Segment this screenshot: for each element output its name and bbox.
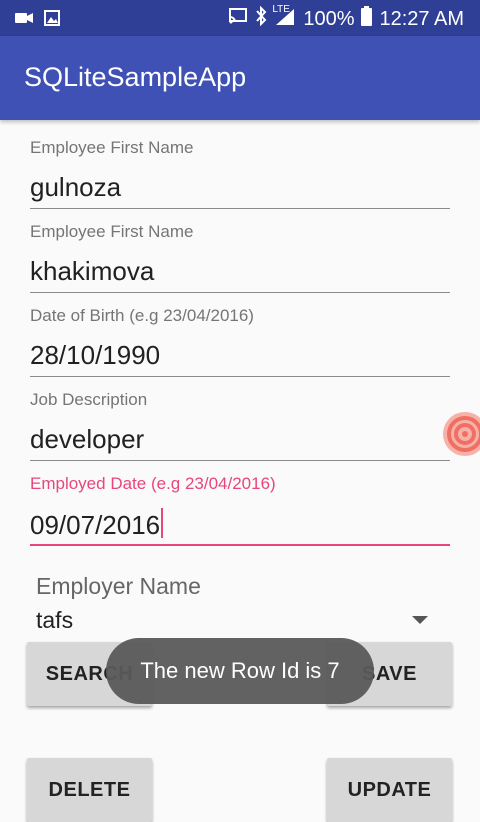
last-name-field[interactable]: Employee First Name khakimova (30, 222, 450, 294)
job-description-field[interactable]: Job Description developer (30, 390, 450, 462)
dropdown-arrow-icon[interactable] (412, 616, 428, 624)
app-title: SQLiteSampleApp (24, 62, 247, 92)
cast-icon (228, 7, 248, 31)
clock: 12:27 AM (379, 7, 464, 30)
employed-date-field[interactable]: Employed Date (e.g 23/04/2016) 09/07/201… (30, 474, 450, 548)
last-name-underline (30, 292, 450, 293)
battery-percent: 100% (303, 7, 355, 30)
first-name-label: Employee First Name (30, 138, 194, 157)
bluetooth-icon (255, 5, 267, 32)
job-description-label: Job Description (30, 390, 148, 409)
first-name-field[interactable]: Employee First Name gulnoza (30, 138, 450, 210)
delete-button[interactable]: DELETE (27, 758, 152, 822)
employer-name-label: Employer Name (36, 573, 201, 599)
toast-message: The new Row Id is 7 (106, 638, 374, 704)
employer-name-spinner[interactable]: tafs (36, 607, 73, 634)
status-bar-notifications (14, 10, 60, 31)
status-bar-system: LTE 100% 12:27 AM (228, 4, 464, 32)
app-bar: SQLiteSampleApp (0, 36, 480, 120)
job-description-input[interactable]: developer (30, 424, 144, 455)
employed-date-input[interactable]: 09/07/2016 (30, 510, 160, 541)
date-of-birth-input[interactable]: 28/10/1990 (30, 340, 160, 371)
job-description-underline (30, 460, 450, 461)
update-button[interactable]: UPDATE (327, 758, 452, 822)
date-of-birth-underline (30, 376, 450, 377)
image-icon (44, 10, 60, 31)
battery-icon (361, 6, 373, 32)
employed-date-underline (30, 544, 450, 546)
first-name-underline (30, 208, 450, 209)
lte-signal-icon: LTE (272, 4, 296, 32)
last-name-label: Employee First Name (30, 222, 194, 241)
network-type: LTE (272, 4, 290, 15)
date-of-birth-label: Date of Birth (e.g 23/04/2016) (30, 306, 254, 325)
video-camera-icon (14, 10, 34, 31)
employed-date-label: Employed Date (e.g 23/04/2016) (30, 474, 276, 493)
first-name-input[interactable]: gulnoza (30, 172, 121, 203)
last-name-input[interactable]: khakimova (30, 256, 154, 287)
status-bar: LTE 100% 12:27 AM (0, 0, 480, 36)
date-of-birth-field[interactable]: Date of Birth (e.g 23/04/2016) 28/10/199… (30, 306, 450, 378)
floating-target-icon[interactable] (441, 410, 480, 458)
text-cursor (161, 508, 164, 538)
